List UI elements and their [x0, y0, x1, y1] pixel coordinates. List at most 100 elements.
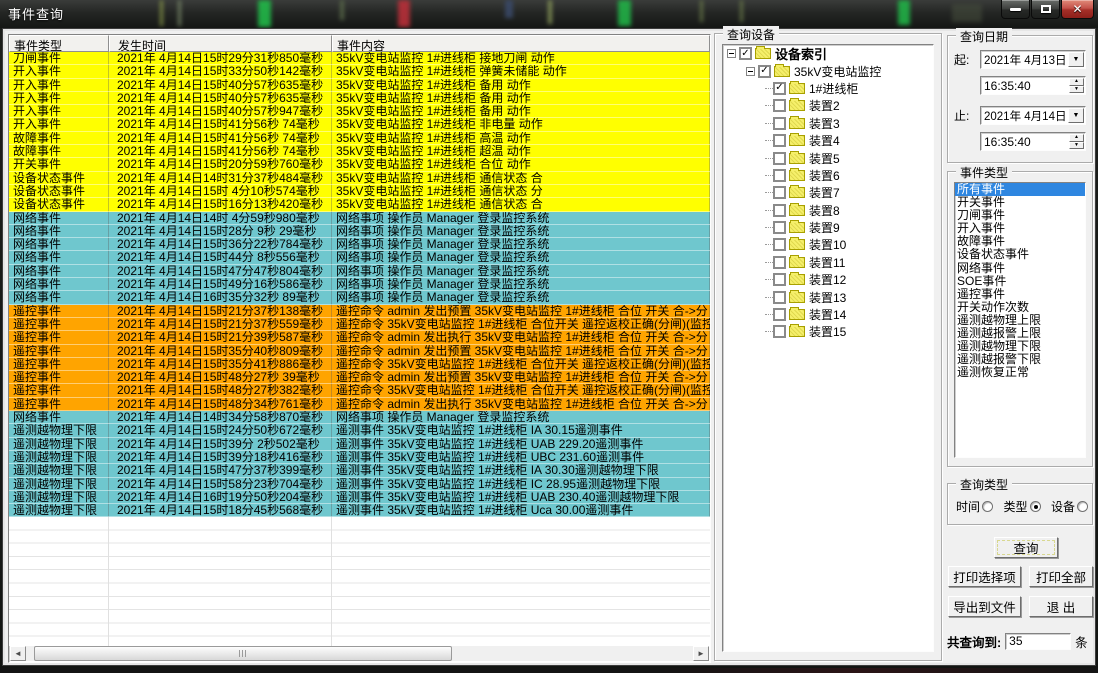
tree-item[interactable]: 装置4 — [723, 132, 933, 149]
minimize-button[interactable] — [1001, 0, 1030, 19]
tree-collapse-icon[interactable] — [727, 49, 736, 58]
tree-checkbox[interactable] — [773, 186, 786, 199]
tree-checkbox[interactable] — [773, 117, 786, 130]
event-type-list-item[interactable]: 遥控事件 — [955, 288, 1085, 301]
table-row[interactable]: 遥测越物理下限2021年 4月14日15时58分23秒704毫秒遥测事件 35k… — [9, 478, 710, 491]
table-row[interactable]: 刀闸事件2021年 4月14日15时29分31秒850毫秒35kV变电站监控 1… — [9, 52, 710, 65]
tree-checkbox[interactable] — [773, 152, 786, 165]
tree-item-label[interactable]: 装置5 — [809, 150, 840, 167]
query-type-radio-3[interactable]: 设备 — [1051, 498, 1088, 515]
tree-checkbox[interactable] — [773, 308, 786, 321]
tree-item[interactable]: 装置6 — [723, 167, 933, 184]
table-row[interactable]: 网络事件2021年 4月14日16时35分32秒 89毫秒网络事项 操作员 Ma… — [9, 291, 710, 304]
table-row[interactable]: 网络事件2021年 4月14日15时36分22秒784毫秒网络事项 操作员 Ma… — [9, 238, 710, 251]
tree-item-label[interactable]: 设备索引 — [775, 44, 827, 63]
tree-item[interactable]: 装置11 — [723, 254, 933, 271]
tree-checkbox[interactable] — [773, 291, 786, 304]
tree-item-label[interactable]: 1#进线柜 — [809, 80, 858, 97]
tree-item-label[interactable]: 装置8 — [809, 202, 840, 219]
tree-checkbox[interactable] — [773, 99, 786, 112]
tree-item[interactable]: ✓ 1#进线柜 — [723, 80, 933, 97]
tree-item-label[interactable]: 装置13 — [809, 289, 846, 306]
event-type-list-item[interactable]: 遥测越报警下限 — [955, 353, 1085, 366]
table-row[interactable]: 开入事件2021年 4月14日15时41分56秒 74毫秒35kV变电站监控 1… — [9, 118, 710, 131]
to-time-spinner[interactable]: 16:35:40 ▲▼ — [980, 132, 1086, 151]
tree-checkbox[interactable] — [773, 134, 786, 147]
table-row[interactable]: 遥控事件2021年 4月14日15时48分34秒761毫秒遥控命令 admin … — [9, 398, 710, 411]
tree-item[interactable]: 装置7 — [723, 184, 933, 201]
tree-checkbox[interactable] — [773, 204, 786, 217]
table-row[interactable]: 设备状态事件2021年 4月14日14时31分37秒484毫秒35kV变电站监控… — [9, 172, 710, 185]
table-row[interactable]: 遥控事件2021年 4月14日15时48分27秒382毫秒遥控命令 35kV变电… — [9, 384, 710, 397]
exit-button[interactable]: 退 出 — [1029, 596, 1093, 617]
tree-item[interactable]: 装置2 — [723, 97, 933, 114]
tree-item-label[interactable]: 装置9 — [809, 219, 840, 236]
tree-item[interactable]: ✓35kV变电站监控 — [723, 62, 933, 79]
tree-checkbox[interactable] — [773, 169, 786, 182]
tree-item[interactable]: 装置13 — [723, 288, 933, 305]
maximize-button[interactable] — [1031, 0, 1060, 19]
column-header-content[interactable]: 事件内容 — [332, 35, 710, 52]
tree-item-label[interactable]: 装置4 — [809, 132, 840, 149]
print-selected-button[interactable]: 打印选择项 — [948, 566, 1021, 587]
tree-item[interactable]: 装置14 — [723, 306, 933, 323]
table-row[interactable]: 开入事件2021年 4月14日15时40分57秒635毫秒35kV变电站监控 1… — [9, 79, 710, 92]
tree-item[interactable]: 装置10 — [723, 236, 933, 253]
event-type-list-item[interactable]: SOE事件 — [955, 275, 1085, 288]
tree-checkbox[interactable] — [773, 238, 786, 251]
tree-collapse-icon[interactable] — [746, 67, 755, 76]
radio-icon[interactable] — [982, 501, 993, 512]
tree-checkbox[interactable]: ✓ — [758, 65, 771, 78]
tree-item-label[interactable]: 装置3 — [809, 115, 840, 132]
table-row[interactable]: 遥控事件2021年 4月14日15时35分40秒809毫秒遥控命令 admin … — [9, 345, 710, 358]
spin-up-icon[interactable]: ▲ — [1069, 134, 1084, 142]
table-row[interactable]: 遥测越物理下限2021年 4月14日15时39分 2秒502毫秒遥测事件 35k… — [9, 438, 710, 451]
table-row[interactable]: 网络事件2021年 4月14日14时34分58秒870毫秒网络事项 操作员 Ma… — [9, 411, 710, 424]
table-row[interactable]: 遥控事件2021年 4月14日15时21分39秒587毫秒遥控命令 admin … — [9, 331, 710, 344]
table-row[interactable]: 网络事件2021年 4月14日15时49分16秒586毫秒网络事项 操作员 Ma… — [9, 278, 710, 291]
table-row[interactable]: 遥测越物理下限2021年 4月14日16时19分50秒204毫秒遥测事件 35k… — [9, 491, 710, 504]
tree-item-label[interactable]: 装置2 — [809, 97, 840, 114]
radio-icon[interactable] — [1030, 501, 1041, 512]
tree-item[interactable]: 装置9 — [723, 219, 933, 236]
tree-checkbox[interactable]: ✓ — [773, 82, 786, 95]
spin-down-icon[interactable]: ▼ — [1069, 86, 1084, 94]
tree-checkbox[interactable] — [773, 256, 786, 269]
tree-checkbox[interactable]: ✓ — [739, 47, 752, 60]
event-type-list-item[interactable]: 遥测越报警上限 — [955, 327, 1085, 340]
tree-item[interactable]: 装置3 — [723, 115, 933, 132]
tree-item-label[interactable]: 装置11 — [809, 254, 845, 271]
tree-item[interactable]: 装置5 — [723, 149, 933, 166]
chevron-down-icon[interactable]: ▼ — [1068, 52, 1084, 67]
spinner-buttons[interactable]: ▲▼ — [1069, 134, 1084, 149]
from-date-select[interactable]: 2021年 4月13日 ▼ — [980, 50, 1086, 69]
event-type-list-item[interactable]: 开入事件 — [955, 222, 1085, 235]
scrollbar-track[interactable] — [26, 646, 693, 661]
table-row[interactable]: 开关事件2021年 4月14日15时20分59秒760毫秒35kV变电站监控 1… — [9, 158, 710, 171]
tree-item[interactable]: 装置8 — [723, 202, 933, 219]
scroll-right-arrow-icon[interactable]: ► — [693, 646, 709, 661]
tree-item[interactable]: ✓ 设备索引 — [723, 45, 933, 62]
table-row[interactable]: 开入事件2021年 4月14日15时40分57秒635毫秒35kV变电站监控 1… — [9, 92, 710, 105]
event-type-list-item[interactable]: 遥测恢复正常 — [955, 366, 1085, 379]
query-button[interactable]: 查询 — [994, 537, 1058, 558]
tree-item-label[interactable]: 装置7 — [809, 184, 840, 201]
spin-up-icon[interactable]: ▲ — [1069, 78, 1084, 86]
tree-checkbox[interactable] — [773, 325, 786, 338]
table-row[interactable]: 开入事件2021年 4月14日15时40分57秒947毫秒35kV变电站监控 1… — [9, 105, 710, 118]
event-type-list-item[interactable]: 设备状态事件 — [955, 248, 1085, 261]
table-row[interactable]: 遥测越物理下限2021年 4月14日15时39分18秒416毫秒遥测事件 35k… — [9, 451, 710, 464]
spinner-buttons[interactable]: ▲▼ — [1069, 78, 1084, 93]
table-row[interactable]: 网络事件2021年 4月14日14时 4分59秒980毫秒网络事项 操作员 Ma… — [9, 212, 710, 225]
table-row[interactable]: 网络事件2021年 4月14日15时47分47秒804毫秒网络事项 操作员 Ma… — [9, 265, 710, 278]
table-row[interactable]: 遥控事件2021年 4月14日15时35分41秒886毫秒遥控命令 35kV变电… — [9, 358, 710, 371]
tree-item-label[interactable]: 装置15 — [809, 323, 846, 340]
event-type-list-item[interactable]: 故障事件 — [955, 235, 1085, 248]
query-type-radio-2[interactable]: 类型 — [1003, 498, 1040, 515]
print-all-button[interactable]: 打印全部 — [1029, 566, 1093, 587]
event-type-list-item[interactable]: 开关事件 — [955, 196, 1085, 209]
to-date-select[interactable]: 2021年 4月14日 ▼ — [980, 106, 1086, 125]
scrollbar-thumb[interactable] — [34, 646, 452, 661]
table-row[interactable]: 遥测越物理下限2021年 4月14日15时24分50秒672毫秒遥测事件 35k… — [9, 424, 710, 437]
column-header-time[interactable]: 发生时间 — [109, 35, 332, 52]
